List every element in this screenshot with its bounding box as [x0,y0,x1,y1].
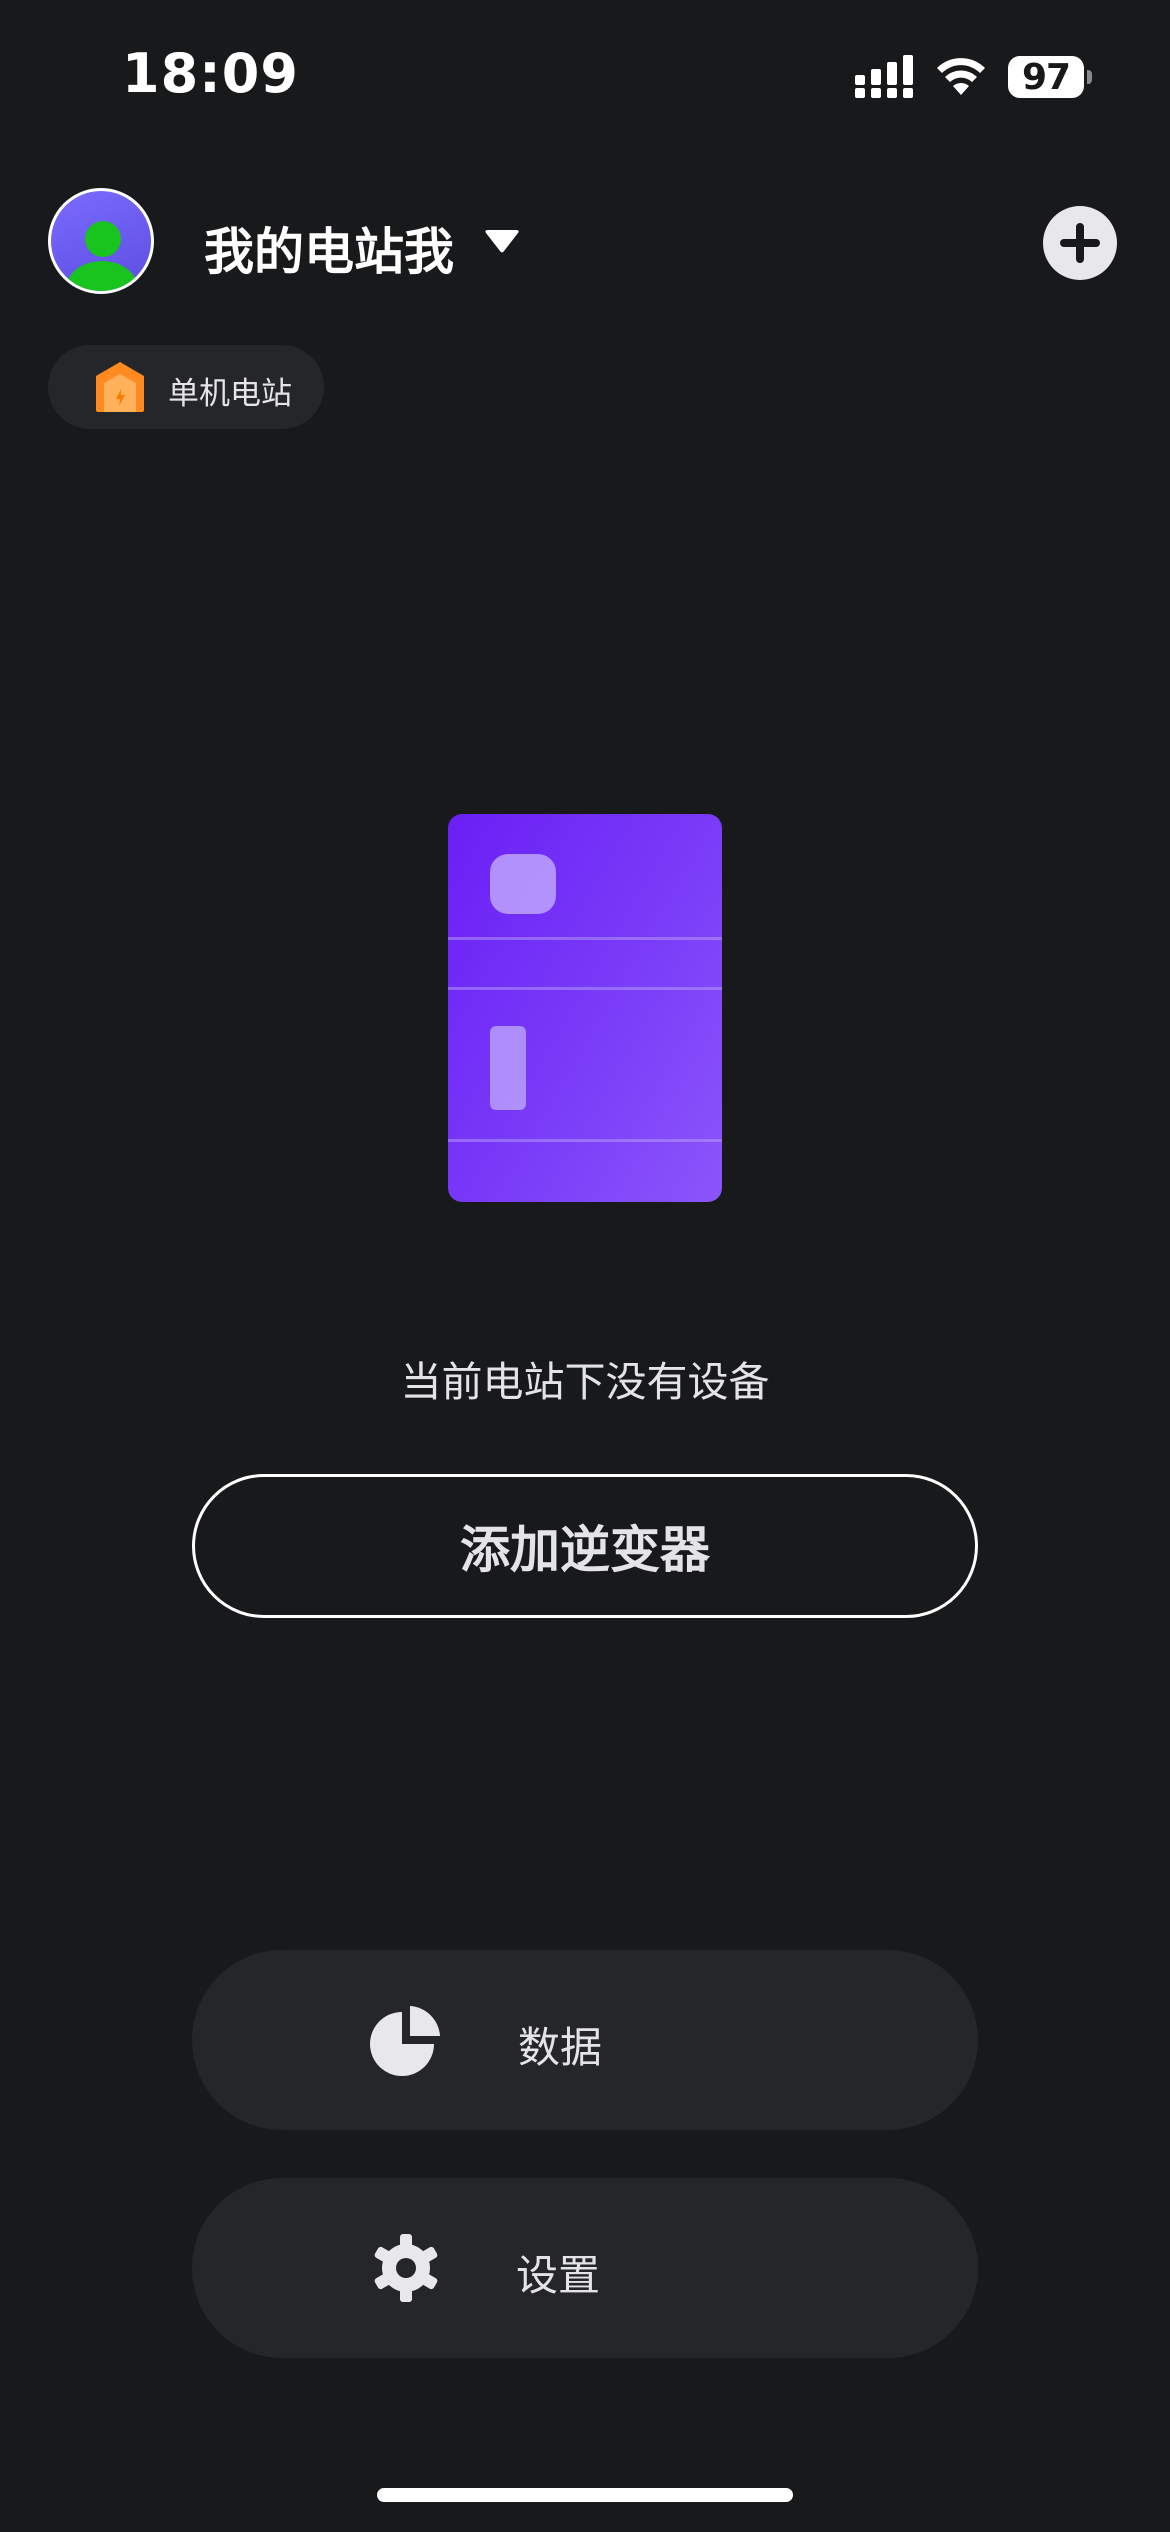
gear-icon [374,2234,438,2302]
settings-button[interactable]: 设置 [192,2178,978,2358]
pie-chart-icon [370,2006,440,2076]
home-indicator[interactable] [377,2488,793,2502]
add-inverter-button[interactable]: 添加逆变器 [192,1474,978,1618]
battery-tip [1087,70,1092,84]
data-button[interactable]: 数据 [192,1950,978,2130]
settings-button-label: 设置 [516,2251,601,2300]
plus-icon [1060,223,1100,263]
user-avatar-icon[interactable] [48,188,154,294]
cellular-signal-icon [855,55,913,98]
data-button-label: 数据 [518,2023,603,2072]
add-station-button[interactable] [1043,206,1117,280]
station-type-label: 单机电站 [168,376,292,412]
inverter-device-illustration [448,814,722,1202]
caret-down-icon[interactable] [484,230,520,254]
station-name-title[interactable]: 我的电站我 [204,212,454,284]
battery-level: 97 [1008,56,1084,98]
house-icon [96,362,144,412]
empty-state-message: 当前电站下没有设备 [400,1358,770,1406]
wifi-icon [937,58,985,95]
status-time: 18:09 [122,42,299,105]
